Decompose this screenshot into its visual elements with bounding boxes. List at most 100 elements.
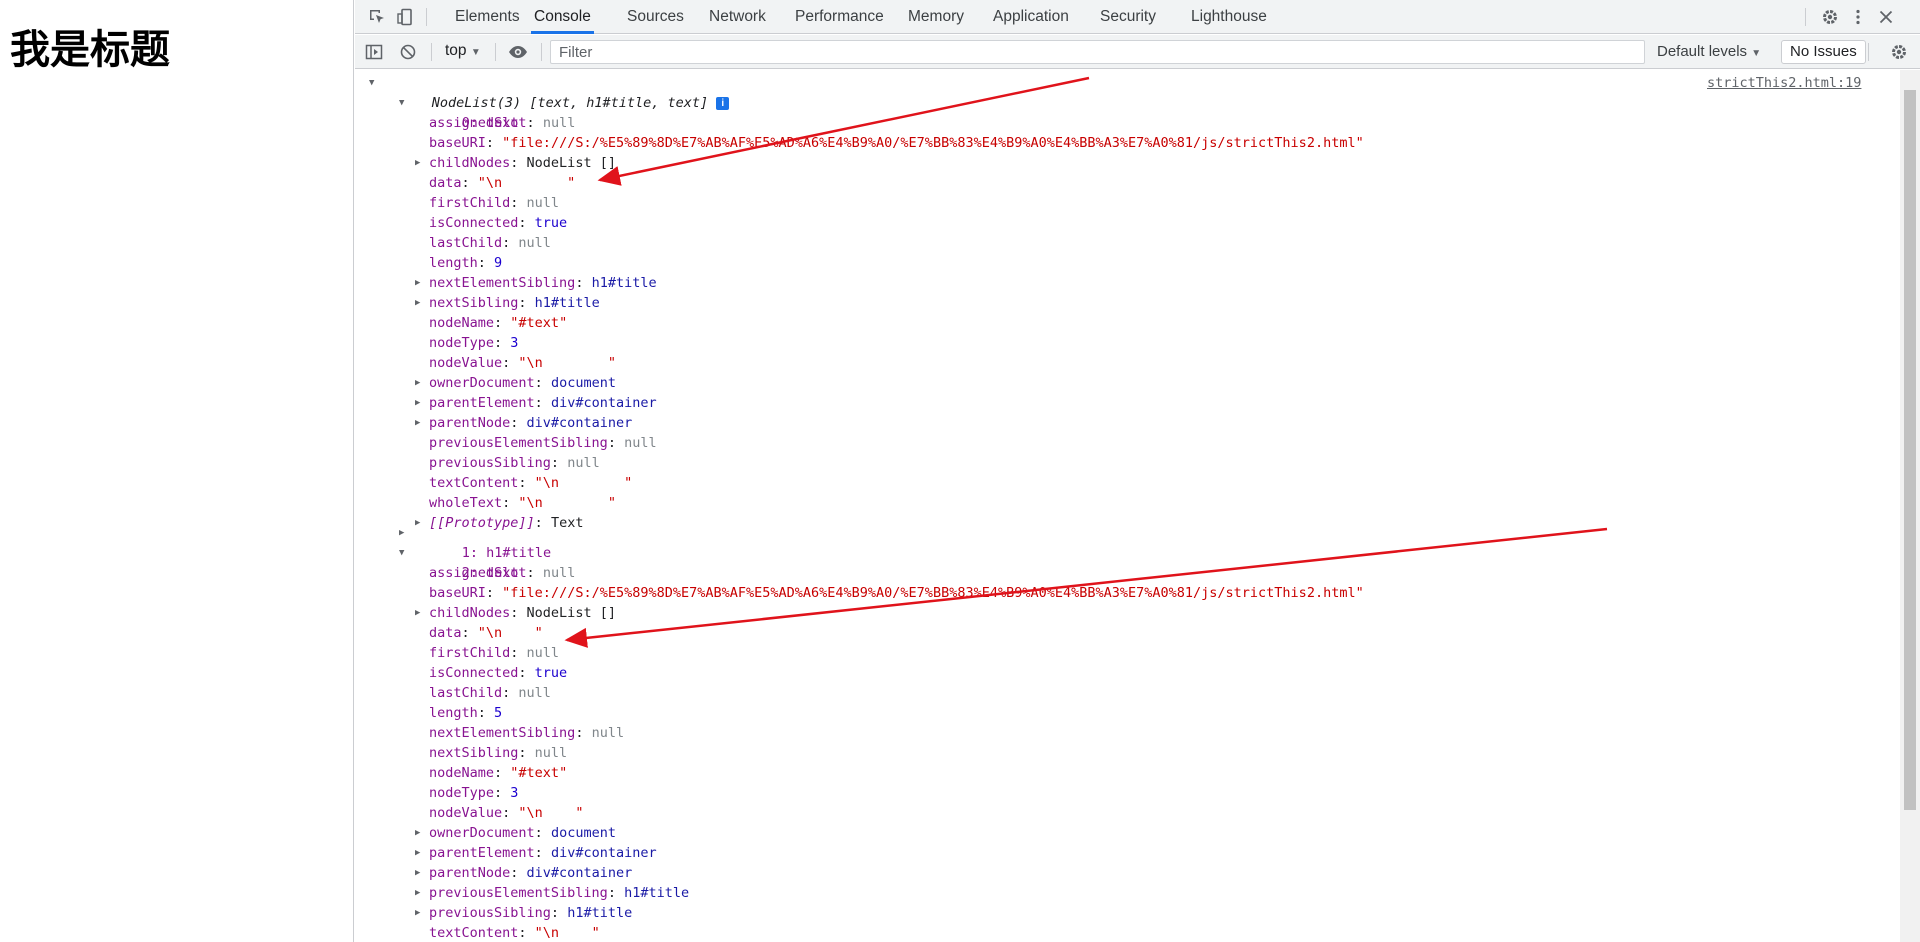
property-row: nodeName: "#text"	[429, 763, 567, 783]
console-output: strictThis2.html:19 ▼ NodeList(3) [text, …	[355, 70, 1900, 942]
tab-memory[interactable]: Memory	[908, 0, 964, 34]
key-separator: :	[518, 475, 535, 491]
property-key: ownerDocument	[429, 825, 535, 841]
property-key: childNodes	[429, 605, 511, 621]
expand-triangle-icon[interactable]: ▶	[415, 823, 425, 843]
tab-performance[interactable]: Performance	[795, 0, 884, 34]
expand-triangle-icon[interactable]: ▶	[415, 903, 425, 923]
tab-application[interactable]: Application	[993, 0, 1069, 34]
property-row: lastChild: null	[429, 233, 551, 253]
property-value: true	[534, 215, 568, 231]
property-key: parentNode	[429, 415, 511, 431]
context-selector[interactable]: top ▼	[445, 42, 481, 60]
tab-security[interactable]: Security	[1100, 0, 1156, 34]
settings-gear-icon[interactable]	[1819, 6, 1841, 28]
tab-elements[interactable]: Elements	[455, 0, 520, 34]
property-row[interactable]: ▶ previousElementSibling: h1#title	[415, 883, 689, 903]
key-separator: :	[534, 375, 551, 391]
property-row[interactable]: ▶ childNodes: NodeList []	[415, 603, 616, 623]
tab-console[interactable]: Console	[531, 0, 594, 34]
property-row[interactable]: ▶ parentElement: div#container	[415, 843, 657, 863]
property-row: baseURI: "file:///S:/%E5%89%8D%E7%AB%AF%…	[429, 583, 1364, 603]
property-value: "\n "	[518, 495, 616, 511]
more-vert-icon[interactable]	[1847, 6, 1869, 28]
scrollbar-thumb[interactable]	[1904, 90, 1916, 810]
nodelist-entry-0[interactable]: ▼ 0: text	[399, 93, 519, 131]
property-key: textContent	[429, 925, 519, 941]
property-key: data	[429, 175, 462, 191]
property-key: wholeText	[429, 495, 503, 511]
expand-triangle-icon[interactable]: ▼	[369, 73, 379, 93]
tab-sources[interactable]: Sources	[627, 0, 684, 34]
expand-triangle-icon[interactable]: ▶	[415, 843, 425, 863]
property-row: data: "\n "	[429, 173, 575, 193]
property-row: previousElementSibling: null	[429, 433, 657, 453]
expand-triangle-icon[interactable]: ▶	[415, 603, 425, 623]
property-value: "\n "	[534, 475, 633, 491]
key-separator: :	[461, 175, 478, 191]
expand-triangle-icon[interactable]: ▶	[415, 153, 425, 173]
key-separator: :	[575, 725, 592, 741]
toolbar-divider	[1805, 8, 1806, 26]
property-key: assignedSlot	[429, 565, 527, 581]
property-row[interactable]: ▶ previousSibling: h1#title	[415, 903, 632, 923]
property-key: firstChild	[429, 195, 511, 211]
property-key: previousElementSibling	[429, 435, 608, 451]
expand-triangle-icon[interactable]: ▶	[415, 863, 425, 883]
key-separator: :	[526, 115, 543, 131]
property-key: nextElementSibling	[429, 275, 576, 291]
property-row[interactable]: ▶ parentElement: div#container	[415, 393, 657, 413]
clear-console-icon[interactable]	[397, 41, 419, 63]
property-value: 5	[494, 705, 503, 721]
key-separator: :	[510, 415, 527, 431]
console-scrollbar[interactable]	[1900, 70, 1920, 942]
toolbar-divider	[431, 43, 432, 61]
key-separator: :	[526, 565, 543, 581]
property-row[interactable]: ▶ childNodes: NodeList []	[415, 153, 616, 173]
property-key: isConnected	[429, 215, 519, 231]
expand-triangle-icon[interactable]: ▶	[415, 293, 425, 313]
key-separator: :	[518, 925, 535, 941]
expand-triangle-icon[interactable]: ▼	[399, 543, 409, 563]
key-separator: :	[477, 255, 495, 271]
property-row: isConnected: true	[429, 213, 567, 233]
property-row: length: 9	[429, 253, 502, 273]
log-levels-dropdown[interactable]: Default levels ▼	[1657, 43, 1761, 60]
property-value: h1#title	[534, 295, 600, 311]
property-row[interactable]: ▶ ownerDocument: document	[415, 823, 616, 843]
expand-triangle-icon[interactable]: ▶	[415, 393, 425, 413]
property-row[interactable]: ▶ parentNode: div#container	[415, 413, 632, 433]
property-row: wholeText: "\n "	[429, 493, 616, 513]
tab-lighthouse[interactable]: Lighthouse	[1191, 0, 1267, 34]
property-key: nextElementSibling	[429, 725, 576, 741]
source-location-link[interactable]: strictThis2.html:19	[1707, 75, 1861, 91]
property-row[interactable]: ▶ nextElementSibling: h1#title	[415, 273, 657, 293]
console-settings-gear-icon[interactable]	[1888, 41, 1910, 63]
inspect-icon[interactable]	[366, 6, 388, 28]
expand-triangle-icon[interactable]: ▶	[415, 883, 425, 903]
property-value: null	[526, 195, 560, 211]
sidebar-toggle-icon[interactable]	[363, 41, 385, 63]
property-value: "\n "	[518, 805, 584, 821]
expand-triangle-icon[interactable]: ▶	[415, 373, 425, 393]
tab-network[interactable]: Network	[709, 0, 766, 34]
expand-triangle-icon[interactable]: ▶	[415, 413, 425, 433]
property-key: data	[429, 625, 462, 641]
property-key: nextSibling	[429, 745, 519, 761]
close-icon[interactable]	[1875, 6, 1897, 28]
device-toggle-icon[interactable]	[394, 6, 416, 28]
property-row[interactable]: ▶ ownerDocument: document	[415, 373, 616, 393]
property-row[interactable]: ▶ parentNode: div#container	[415, 863, 632, 883]
info-icon[interactable]: i	[716, 96, 730, 110]
nodelist-header[interactable]: ▼ NodeList(3) [text, h1#title, text] i	[369, 73, 730, 111]
key-separator: :	[485, 135, 503, 151]
issues-button[interactable]: No Issues	[1781, 40, 1866, 64]
expand-triangle-icon[interactable]: ▼	[399, 93, 409, 113]
nodelist-entry-1[interactable]: ▶ 1: h1#title	[399, 523, 551, 561]
expand-triangle-icon[interactable]: ▶	[415, 273, 425, 293]
eye-icon[interactable]	[507, 41, 529, 63]
property-row[interactable]: ▶ nextSibling: h1#title	[415, 293, 600, 313]
expand-triangle-icon[interactable]: ▶	[399, 523, 409, 543]
nodelist-entry-2[interactable]: ▼ 2: text	[399, 543, 519, 581]
filter-input[interactable]	[550, 40, 1645, 64]
